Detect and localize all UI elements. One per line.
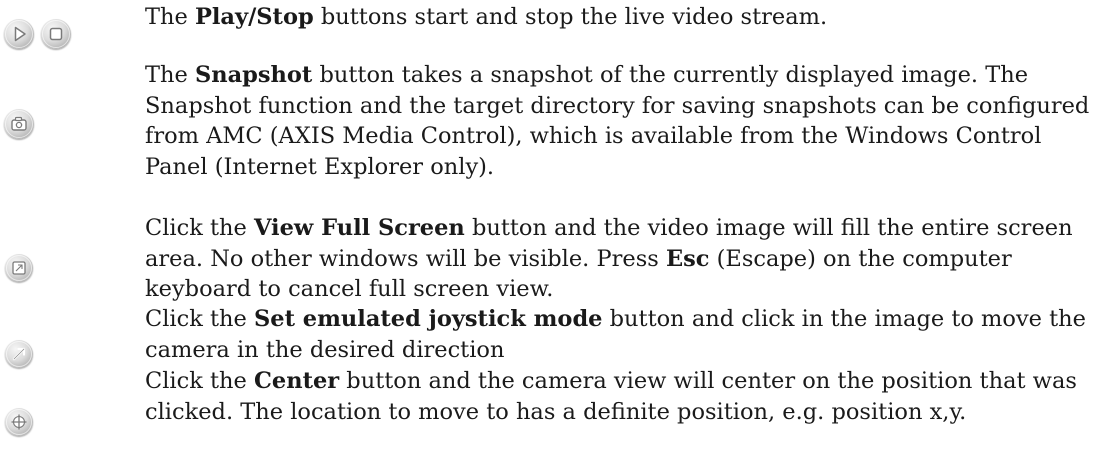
key-name: Esc xyxy=(665,245,710,272)
stop-icon xyxy=(49,27,63,41)
row-text: buttons start and stop the live video st… xyxy=(313,4,828,30)
center-button[interactable] xyxy=(5,408,33,436)
button-name: View Full Screen xyxy=(254,215,465,241)
button-name: Play/Stop xyxy=(194,4,314,30)
full-screen-icon xyxy=(12,261,26,275)
play-stop-description: The Play/Stop buttons start and stop the… xyxy=(145,2,1090,33)
center-icon xyxy=(11,414,27,430)
full-screen-description: Click the View Full Screen button and th… xyxy=(145,213,1090,305)
play-button[interactable] xyxy=(4,19,34,49)
center-description: Click the Center button and the camera v… xyxy=(145,366,1090,427)
snapshot-button[interactable] xyxy=(4,109,34,139)
row-text: Click the xyxy=(145,215,254,241)
row-text: Click the xyxy=(145,368,254,394)
joystick-icon xyxy=(12,347,26,361)
snapshot-description: The Snapshot button takes a snapshot of … xyxy=(145,60,1090,182)
full-screen-button[interactable] xyxy=(5,254,33,282)
joystick-mode-button[interactable] xyxy=(5,340,33,368)
button-name: Set emulated joystick mode xyxy=(254,306,603,332)
joystick-description: Click the Set emulated joystick mode but… xyxy=(145,304,1090,365)
row-text: The xyxy=(145,4,195,30)
button-name: Center xyxy=(254,368,340,394)
row-text: Click the xyxy=(145,306,254,332)
snapshot-icon xyxy=(11,116,27,131)
play-icon xyxy=(14,26,26,42)
row-text: The xyxy=(145,62,195,88)
button-name: Snapshot xyxy=(194,62,313,88)
stop-button[interactable] xyxy=(41,19,71,49)
